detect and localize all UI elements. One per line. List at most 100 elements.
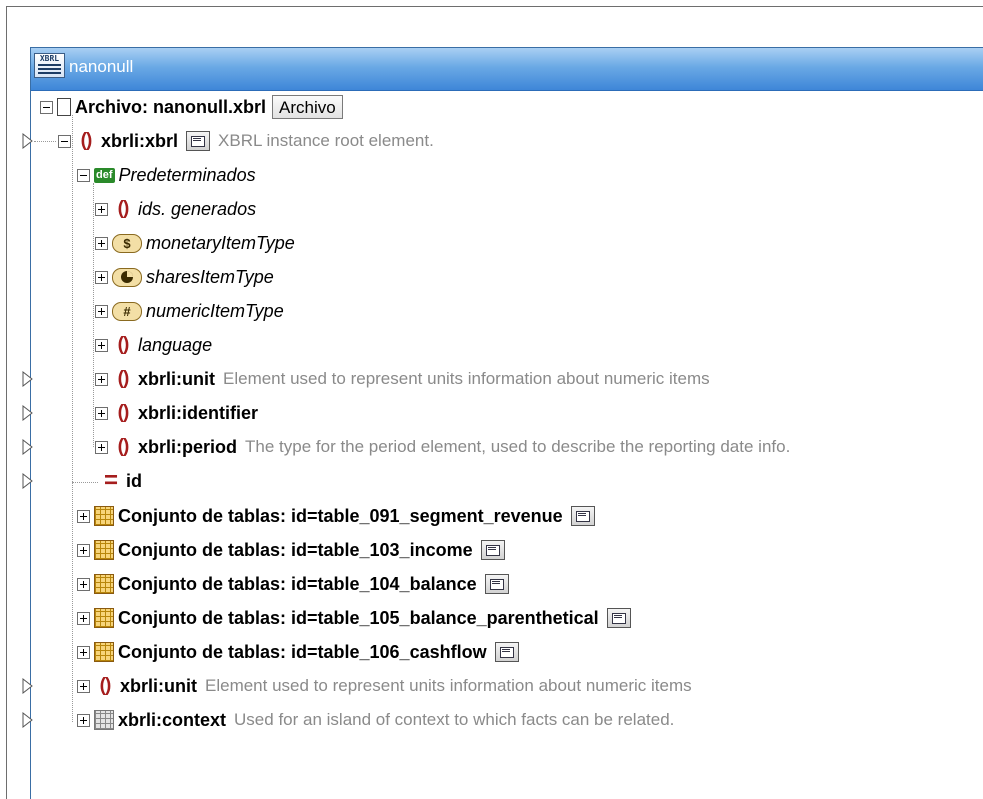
connector-triangle-icon[interactable] (22, 371, 33, 387)
tree-row-table-set: Conjunto de tablas: id=table_104_balance (77, 569, 509, 599)
tree-row: () xbrli:unit Element used to represent … (77, 671, 692, 701)
element-label: xbrli:identifier (138, 403, 259, 423)
tree-row: () xbrli:identifier (95, 398, 258, 428)
expand-toggle[interactable] (95, 236, 108, 250)
element-description: Element used to represent units informat… (205, 676, 692, 695)
tree-row-table-set: Conjunto de tablas: id=table_105_balance… (77, 603, 631, 633)
connector-triangle-icon[interactable] (22, 439, 33, 455)
connector-triangle-icon[interactable] (22, 712, 33, 728)
element-label: numericItemType (146, 301, 284, 321)
defaults-label: Predeterminados (118, 165, 256, 185)
connector-triangle-icon[interactable] (22, 473, 33, 489)
tree-line (93, 183, 94, 447)
element-description: The type for the period element, used to… (245, 437, 791, 456)
properties-button[interactable] (186, 131, 211, 151)
component-titlebar[interactable]: XBRL nanonull (31, 48, 983, 91)
connector-triangle-icon[interactable] (22, 405, 33, 421)
element-label: monetaryItemType (146, 233, 295, 253)
properties-button[interactable] (484, 574, 509, 594)
expand-toggle[interactable] (77, 611, 90, 625)
expand-toggle[interactable] (77, 645, 90, 659)
expand-toggle[interactable] (77, 543, 90, 557)
element-icon: () (80, 130, 93, 151)
collapse-toggle[interactable] (77, 168, 90, 182)
expand-toggle[interactable] (77, 577, 90, 591)
element-label: ids. generados (138, 199, 257, 219)
tree-row: $ monetaryItemType (95, 228, 295, 258)
element-description: Used for an island of context to which f… (234, 710, 675, 729)
tree-row-root: () xbrli:xbrl XBRL instance root element… (58, 126, 434, 156)
element-label: xbrli:unit (120, 676, 197, 696)
def-icon: def (94, 167, 115, 183)
tree-row-file: Archivo: nanonull.xbrl Archivo (40, 92, 343, 122)
expand-toggle[interactable] (95, 202, 108, 216)
tree-row: () xbrli:period The type for the period … (95, 432, 790, 462)
collapse-toggle[interactable] (58, 134, 71, 148)
table-set-label: Conjunto de tablas: id=table_104_balance (118, 574, 477, 594)
file-icon (57, 98, 71, 116)
tree-row-table-set: Conjunto de tablas: id=table_103_income (77, 535, 505, 565)
attribute-icon: = (103, 467, 118, 494)
element-label: xbrli:unit (138, 369, 215, 389)
element-icon: () (117, 198, 130, 219)
element-label: xbrli:xbrl (101, 131, 179, 151)
table-icon (94, 540, 114, 560)
element-label: sharesItemType (146, 267, 274, 287)
tree-row: # numericItemType (95, 296, 284, 326)
xbrl-icon: XBRL (34, 53, 65, 78)
expand-toggle[interactable] (77, 509, 90, 523)
tree-line (72, 115, 73, 722)
tree-row: () ids. generados (95, 194, 256, 224)
collapse-toggle[interactable] (40, 100, 53, 114)
expand-toggle[interactable] (95, 270, 108, 284)
tree-row-table-set: Conjunto de tablas: id=table_106_cashflo… (77, 637, 519, 667)
attribute-label: id (126, 471, 142, 491)
connector-triangle-icon[interactable] (22, 678, 33, 694)
tree-row-attribute: = id (100, 466, 142, 496)
file-label: Archivo: nanonull.xbrl (75, 97, 267, 117)
table-icon (94, 642, 114, 662)
element-description: Element used to represent units informat… (223, 369, 710, 388)
element-icon: () (117, 436, 130, 457)
expand-toggle[interactable] (95, 406, 108, 420)
pie-chart-icon (112, 267, 142, 287)
table-icon (94, 608, 114, 628)
element-icon: () (117, 368, 130, 389)
properties-button[interactable] (480, 540, 505, 560)
element-label: language (138, 335, 213, 355)
tree-row: xbrli:context Used for an island of cont… (77, 705, 674, 735)
element-description: XBRL instance root element. (218, 131, 434, 150)
tree-line (34, 141, 56, 142)
tree-row-defaults: def Predeterminados (77, 160, 256, 190)
archivo-button[interactable]: Archivo (272, 95, 343, 119)
table-set-label: Conjunto de tablas: id=table_106_cashflo… (118, 642, 487, 662)
expand-toggle[interactable] (95, 304, 108, 318)
tree-line (72, 482, 98, 483)
component-title: nanonull (69, 57, 134, 76)
element-label: xbrli:period (138, 437, 238, 457)
tree-row: () xbrli:unit Element used to represent … (95, 364, 710, 394)
properties-button[interactable] (606, 608, 631, 628)
table-set-label: Conjunto de tablas: id=table_105_balance… (118, 608, 599, 628)
element-icon: () (117, 334, 130, 355)
table-set-label: Conjunto de tablas: id=table_103_income (118, 540, 473, 560)
tree-row-table-set: Conjunto de tablas: id=table_091_segment… (77, 501, 595, 531)
dollar-icon: $ (112, 233, 142, 253)
tree-row: () language (95, 330, 212, 360)
expand-toggle[interactable] (95, 372, 108, 386)
context-table-icon (94, 710, 114, 730)
table-set-label: Conjunto de tablas: id=table_091_segment… (118, 506, 563, 526)
table-icon (94, 506, 114, 526)
expand-toggle[interactable] (95, 440, 108, 454)
expand-toggle[interactable] (95, 338, 108, 352)
element-icon: () (99, 675, 112, 696)
connector-triangle-icon[interactable] (22, 133, 33, 149)
properties-button[interactable] (570, 506, 595, 526)
expand-toggle[interactable] (77, 713, 90, 727)
tree-row: sharesItemType (95, 262, 274, 292)
element-label: xbrli:context (118, 710, 227, 730)
hash-icon: # (112, 301, 142, 321)
expand-toggle[interactable] (77, 679, 90, 693)
properties-button[interactable] (494, 642, 519, 662)
table-icon (94, 574, 114, 594)
